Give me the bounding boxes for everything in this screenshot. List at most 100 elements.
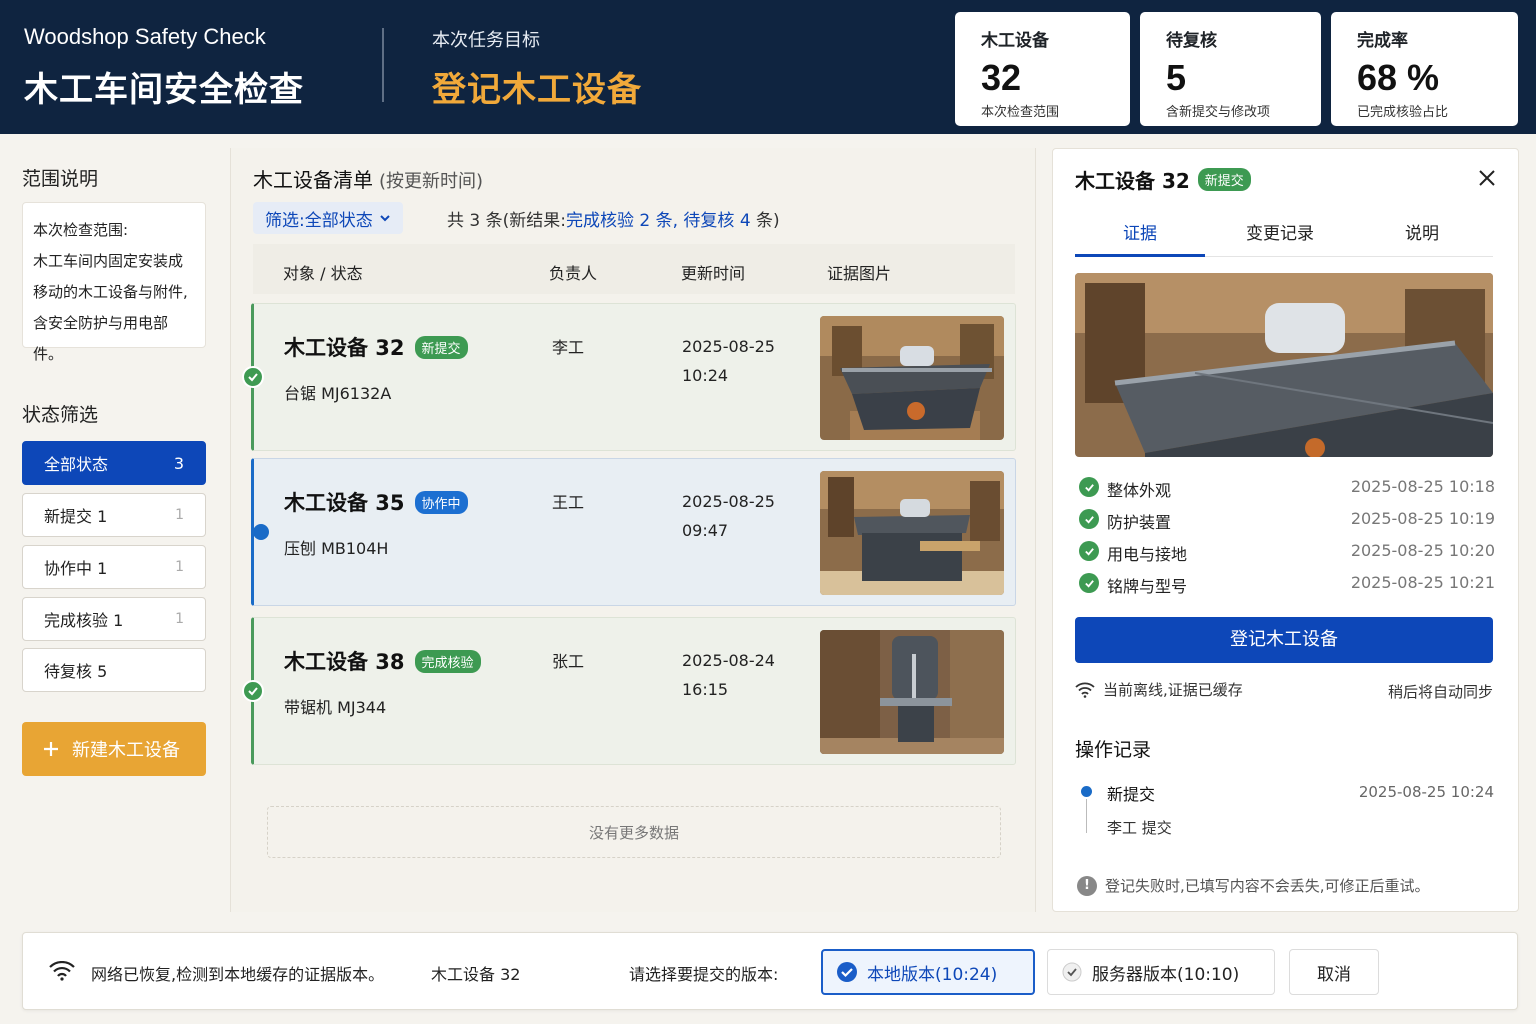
cancel-button[interactable]: 取消 [1289,949,1379,995]
header-divider [382,28,384,102]
stat-value: 32 [981,57,1022,98]
evidence-photo-band-saw[interactable] [820,630,1004,754]
column-header: 证据图片 [827,264,892,283]
evidence-check-item: 铭牌与型号 2025-08-25 10:21 [1077,571,1495,596]
evidence-check-item: 整体外观 2025-08-25 10:18 [1077,475,1495,500]
row-title: 木工设备 35 协作中 [284,487,468,517]
new-device-label: 新建木工设备 [72,740,180,761]
filter-collaborating[interactable]: 协作中 1 1 [22,545,206,589]
table-row[interactable]: 木工设备 35 协作中 压刨 MB104H 王工 2025-08-25 09:4… [251,458,1016,606]
retry-note: ! 登记失败时,已填写内容不会丢失,可修正后重试。 [1077,875,1430,896]
updated-clock: 16:15 [682,680,729,699]
updated-date: 2025-08-24 [682,651,775,670]
retry-note-text: 登记失败时,已填写内容不会丢失,可修正后重试。 [1105,877,1430,895]
tab-change-log[interactable]: 变更记录 [1215,219,1345,244]
info-icon: ! [1077,875,1097,896]
status-badge: 新提交 [414,335,468,359]
device-name: 木工设备 32 [284,336,405,360]
device-model: 带锯机 MJ344 [284,698,387,717]
evidence-photo-planer[interactable] [820,471,1004,595]
status-badge: 新提交 [1197,168,1251,191]
register-device-button[interactable]: 登记木工设备 [1075,617,1493,663]
tab-notes[interactable]: 说明 [1357,219,1487,244]
goal-label: 本次任务目标 [432,30,540,51]
device-model: 台锯 MJ6132A [284,384,392,403]
check-circle-icon [1062,962,1082,982]
tab-evidence[interactable]: 证据 [1075,219,1205,257]
stat-value: 68 % [1357,57,1440,98]
list-title-text: 木工设备清单 [253,168,373,192]
filter-new[interactable]: 新提交 1 1 [22,493,206,537]
row-title: 木工设备 38 完成核验 [284,646,481,676]
check-circle-icon [837,962,857,982]
filter-label: 完成核验 1 [44,611,124,630]
check-circle-icon [1079,541,1099,561]
count-suffix: 条) [750,211,780,231]
scope-line: 本次检查范围: [33,221,129,239]
check-circle-icon [1079,477,1099,497]
owner: 张工 [552,652,585,671]
filter-all[interactable]: 全部状态 3 [22,441,206,485]
check-time: 2025-08-25 10:19 [1350,509,1495,528]
count-review: 待复核 4 [683,211,751,231]
stat-card-review: 待复核 5 含新提交与修改项 [1140,12,1321,126]
no-more-data: 没有更多数据 [267,806,1001,858]
scope-line: 木工车间内固定安装成 [33,252,184,270]
chevron-down-icon [380,215,390,222]
close-icon[interactable] [1476,167,1498,189]
local-version-option[interactable]: 本地版本(10:24) [821,949,1035,995]
check-label: 用电与接地 [1107,545,1188,564]
in-progress-dot-icon [253,524,269,540]
evidence-main-photo[interactable] [1075,273,1493,457]
stat-label: 木工设备 [981,31,1049,51]
updated-time: 2025-08-24 16:15 [682,646,775,704]
detail-panel: 木工设备 32 新提交 证据 变更记录 说明 整体外观 2025-08-25 1… [1052,148,1519,912]
scope-card: 本次检查范围: 木工车间内固定安装成 移动的木工设备与附件, 含安全防护与用电部… [22,202,206,363]
sync-note: 稍后将自动同步 [1387,683,1493,701]
conflict-item: 木工设备 32 [431,965,521,984]
table-header: 对象 / 状态 负责人 更新时间 证据图片 [253,244,1015,294]
device-model: 压刨 MB104H [284,539,389,558]
device-list-panel: 木工设备清单 (按更新时间) 筛选:全部状态 共 3 条(新结果:完成核验 2 条… [230,148,1036,912]
check-label: 整体外观 [1107,481,1172,500]
status-badge: 协作中 [414,490,468,514]
updated-clock: 10:24 [682,366,729,385]
new-device-button[interactable]: 新建木工设备 [22,722,206,776]
filter-title: 状态筛选 [22,404,99,426]
column-header: 对象 / 状态 [283,264,363,283]
check-circle-icon [1079,509,1099,529]
status-badge: 完成核验 [414,649,481,673]
wifi-icon [49,961,75,981]
wifi-icon [1075,682,1095,698]
scope-title: 范围说明 [22,168,99,190]
check-time: 2025-08-25 10:18 [1350,477,1495,496]
stat-label: 待复核 [1166,31,1217,51]
stat-card-completion: 完成率 68 % 已完成核验占比 [1331,12,1518,126]
device-name: 木工设备 35 [284,491,405,515]
verified-check-icon [242,366,264,388]
detail-tabs: 证据 变更记录 说明 [1075,207,1493,257]
table-row[interactable]: 木工设备 32 新提交 台锯 MJ6132A 李工 2025-08-25 10:… [242,303,1016,451]
filter-pending-review[interactable]: 待复核 5 [22,648,206,692]
row-title: 木工设备 32 新提交 [284,332,468,362]
version-prompt: 请选择要提交的版本: [629,965,779,984]
updated-date: 2025-08-25 [682,492,775,511]
count-done: 完成核验 2 条, [565,211,679,231]
column-header: 负责人 [549,264,598,283]
evidence-check-item: 防护装置 2025-08-25 10:19 [1077,507,1495,532]
filter-count: 1 [175,507,184,523]
server-version-option[interactable]: 服务器版本(10:10) [1047,949,1275,995]
evidence-photo-table-saw[interactable] [820,316,1004,440]
status-filter-dropdown[interactable]: 筛选:全部状态 [253,202,403,234]
filter-label: 新提交 1 [44,507,108,526]
table-row[interactable]: 木工设备 38 完成核验 带锯机 MJ344 张工 2025-08-24 16:… [242,617,1016,765]
stat-label: 完成率 [1357,31,1408,51]
filter-count: 1 [175,559,184,575]
app-header: Woodshop Safety Check 木工车间安全检查 本次任务目标 登记… [0,0,1536,134]
detail-title: 木工设备 32 新提交 [1075,165,1251,194]
list-title-sub: (按更新时间) [379,171,484,192]
stat-card-devices: 木工设备 32 本次检查范围 [955,12,1130,126]
filter-verified[interactable]: 完成核验 1 1 [22,597,206,641]
scope-line: 移动的木工设备与附件, [33,283,188,301]
stat-sub: 含新提交与修改项 [1166,105,1271,120]
